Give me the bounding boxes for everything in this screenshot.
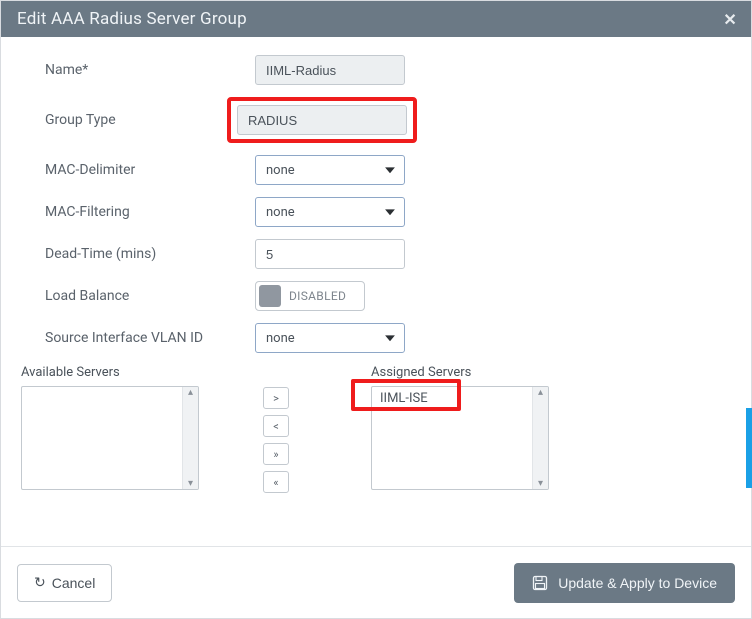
list-item[interactable]: IIML-ISE — [372, 387, 548, 410]
row-name: Name* — [45, 55, 729, 85]
right-edge-accent — [746, 408, 752, 488]
row-group-type: Group Type — [45, 97, 729, 143]
mac-delimiter-value: none — [266, 163, 295, 178]
cancel-button[interactable]: ↻ Cancel — [17, 564, 112, 602]
title-bar: Edit AAA Radius Server Group ✕ — [1, 1, 751, 37]
close-icon[interactable]: ✕ — [723, 10, 737, 29]
modal-dialog: Edit AAA Radius Server Group ✕ Name* Gro… — [0, 0, 752, 619]
row-src-vlan: Source Interface VLAN ID none — [45, 323, 729, 353]
save-icon — [532, 575, 548, 591]
label-src-vlan: Source Interface VLAN ID — [45, 330, 255, 346]
assigned-servers-list[interactable]: IIML-ISE ▴▾ — [371, 386, 549, 490]
toggle-label: DISABLED — [289, 289, 346, 303]
row-load-balance: Load Balance DISABLED — [45, 281, 729, 311]
dialog-title: Edit AAA Radius Server Group — [17, 9, 247, 29]
cancel-label: Cancel — [52, 575, 96, 591]
scrollbar[interactable]: ▴▾ — [532, 387, 548, 489]
mac-delimiter-select[interactable]: none — [255, 155, 405, 185]
name-input[interactable] — [255, 55, 405, 85]
dialog-footer: ↻ Cancel Update & Apply to Device — [1, 546, 751, 618]
src-vlan-select[interactable]: none — [255, 323, 405, 353]
mac-filtering-value: none — [266, 205, 295, 220]
undo-icon: ↻ — [34, 574, 46, 591]
mac-filtering-select[interactable]: none — [255, 197, 405, 227]
scrollbar[interactable]: ▴▾ — [182, 387, 198, 489]
label-dead-time: Dead-Time (mins) — [45, 246, 255, 262]
row-dead-time: Dead-Time (mins) — [45, 239, 729, 269]
dialog-body: Name* Group Type MAC-Delimiter none MAC-… — [1, 37, 751, 546]
label-mac-filtering: MAC-Filtering — [45, 204, 255, 220]
label-name: Name* — [45, 62, 255, 78]
label-group-type: Group Type — [45, 112, 227, 128]
src-vlan-value: none — [266, 331, 295, 346]
assigned-servers-title: Assigned Servers — [371, 365, 571, 380]
server-lists: Available Servers ▴▾ > < » « Assigned Se… — [21, 365, 729, 493]
apply-button[interactable]: Update & Apply to Device — [514, 563, 735, 603]
available-servers-title: Available Servers — [21, 365, 221, 380]
available-servers-list[interactable]: ▴▾ — [21, 386, 199, 490]
row-mac-filtering: MAC-Filtering none — [45, 197, 729, 227]
row-mac-delimiter: MAC-Delimiter none — [45, 155, 729, 185]
group-type-input — [237, 105, 407, 135]
move-right-button[interactable]: > — [263, 387, 289, 409]
apply-label: Update & Apply to Device — [558, 575, 717, 591]
move-all-left-button[interactable]: « — [263, 471, 289, 493]
toggle-knob — [259, 285, 281, 307]
move-all-right-button[interactable]: » — [263, 443, 289, 465]
highlight-group-type — [227, 97, 417, 143]
label-load-balance: Load Balance — [45, 288, 255, 304]
move-left-button[interactable]: < — [263, 415, 289, 437]
load-balance-toggle[interactable]: DISABLED — [255, 281, 365, 311]
dead-time-input[interactable] — [255, 239, 405, 269]
label-mac-delimiter: MAC-Delimiter — [45, 162, 255, 178]
mover-buttons: > < » « — [221, 365, 331, 493]
